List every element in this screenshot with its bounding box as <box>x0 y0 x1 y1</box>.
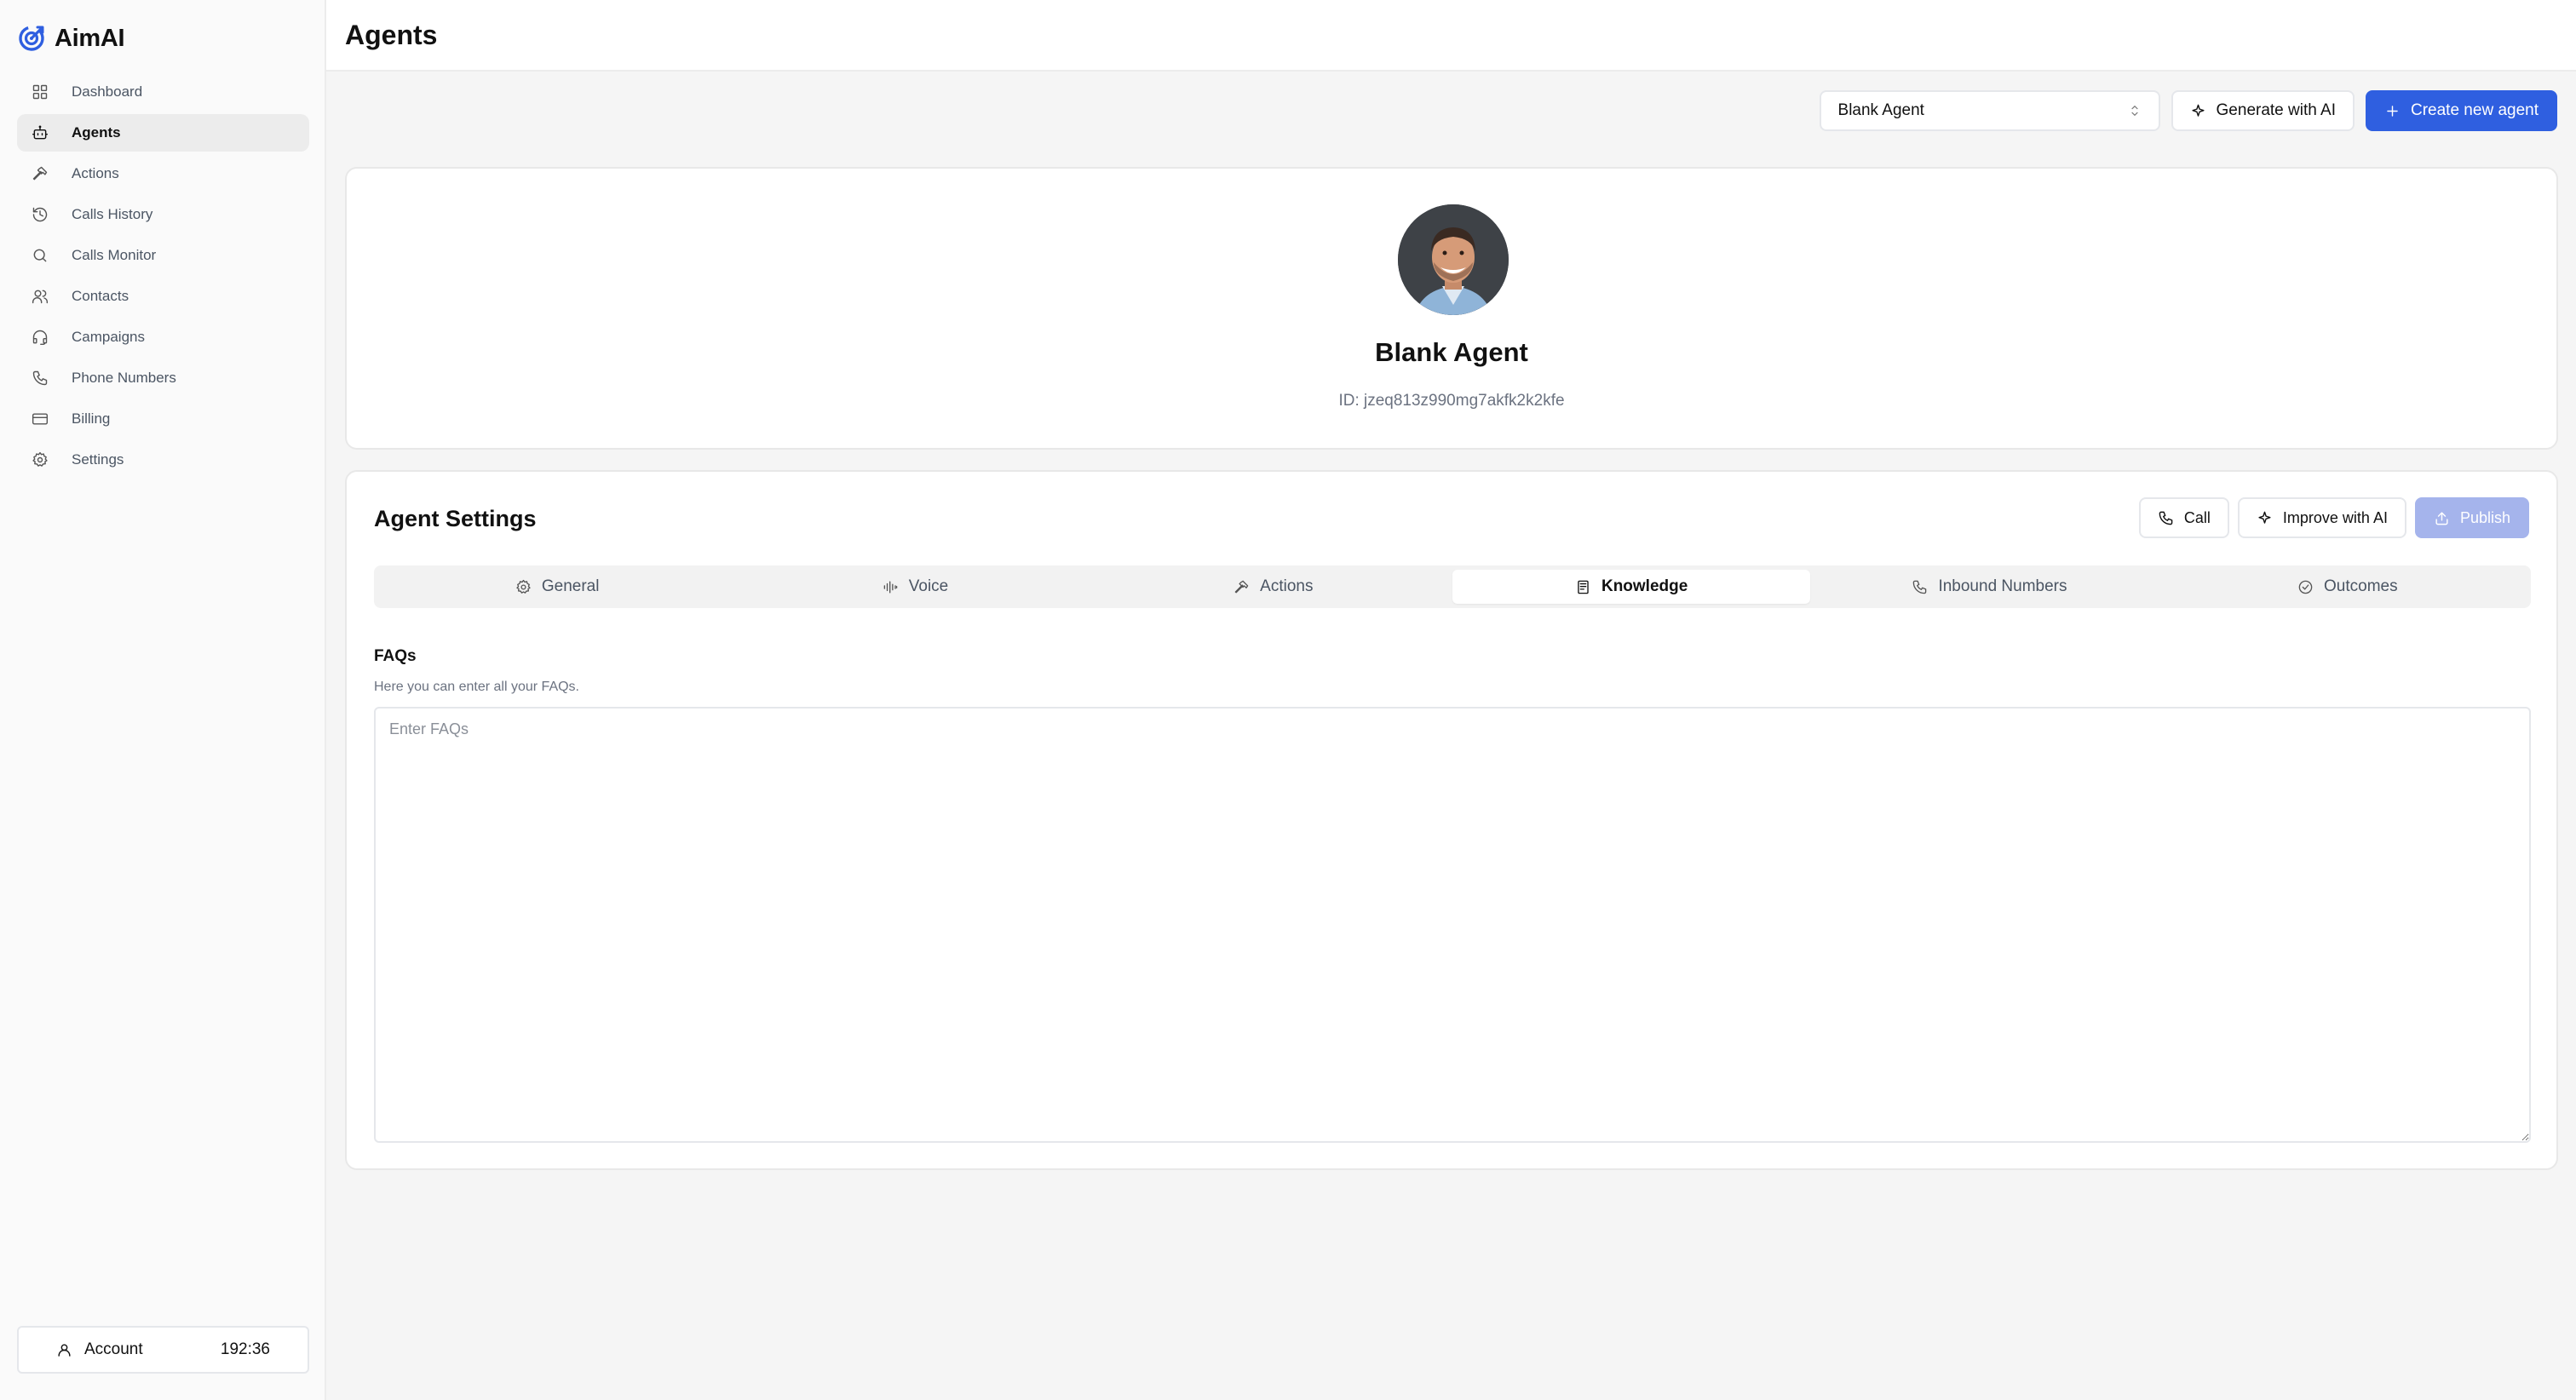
tab-label: Outcomes <box>2324 577 2398 595</box>
sidebar-item-label: Calls History <box>72 206 153 222</box>
agent-select[interactable]: Blank Agent <box>1819 90 2160 131</box>
create-label: Create new agent <box>2411 101 2539 119</box>
headset-icon <box>31 328 49 347</box>
sidebar-item-label: Dashboard <box>72 83 143 100</box>
improve-with-ai-button[interactable]: Improve with AI <box>2237 497 2406 538</box>
sidebar-item-label: Calls Monitor <box>72 247 157 263</box>
sidebar-item-label: Phone Numbers <box>72 370 176 386</box>
tab-knowledge[interactable]: Knowledge <box>1452 570 1811 604</box>
users-icon <box>31 287 49 306</box>
call-label: Call <box>2183 508 2211 526</box>
sparkle-icon <box>2191 104 2205 117</box>
sidebar-item-label: Settings <box>72 451 124 468</box>
tab-label: Inbound Numbers <box>1938 577 2067 595</box>
faq-textarea[interactable] <box>374 707 2531 1143</box>
agent-select-value: Blank Agent <box>1837 101 1924 119</box>
book-icon <box>1578 580 1589 594</box>
phone-icon <box>1913 580 1927 594</box>
sidebar-item-label: Billing <box>72 410 111 427</box>
chevron-up-down-icon <box>2130 105 2138 117</box>
brand[interactable]: AimAI <box>17 24 125 53</box>
gear-icon <box>516 579 531 594</box>
sidebar-nav: Dashboard Agents Actions Calls History C… <box>17 73 309 482</box>
publish-button[interactable]: Publish <box>2414 497 2529 538</box>
sidebar-item-label: Agents <box>72 124 121 141</box>
gear-icon <box>31 450 49 469</box>
aimai-logo-icon <box>19 26 44 51</box>
topbar: Agents <box>326 0 2576 72</box>
tab-outcomes[interactable]: Outcomes <box>2169 570 2527 604</box>
sidebar-item-billing[interactable]: Billing <box>17 400 309 438</box>
agent-name: Blank Agent <box>1375 337 1528 367</box>
settings-title: Agent Settings <box>374 506 537 531</box>
improve-label: Improve with AI <box>2282 508 2388 526</box>
credit-card-icon <box>31 410 49 428</box>
audio-wave-icon <box>883 580 898 594</box>
agent-avatar[interactable] <box>1398 204 1509 315</box>
sidebar-item-actions[interactable]: Actions <box>17 155 309 192</box>
user-icon <box>58 1343 71 1357</box>
agent-settings-card: Agent Settings Call Improve with AI Publ… <box>345 470 2558 1170</box>
generate-label: Generate with AI <box>2216 101 2336 119</box>
main-content: Agents Blank Agent Generate with AI Crea… <box>326 0 2576 1400</box>
agent-profile-card: Blank Agent ID: jzeq813z990mg7akfk2k2kfe <box>345 167 2558 450</box>
sidebar-item-settings[interactable]: Settings <box>17 441 309 479</box>
call-button[interactable]: Call <box>2138 497 2229 538</box>
sidebar-item-campaigns[interactable]: Campaigns <box>17 318 309 356</box>
sidebar-item-agents[interactable]: Agents <box>17 114 309 152</box>
hammer-icon <box>1234 580 1249 594</box>
grid-icon <box>31 83 49 101</box>
tab-label: General <box>541 577 600 595</box>
tab-voice[interactable]: Voice <box>736 570 1094 604</box>
publish-label: Publish <box>2459 508 2510 526</box>
tab-label: Voice <box>908 577 949 595</box>
tab-label: Knowledge <box>1601 577 1688 595</box>
upload-icon <box>2435 511 2448 525</box>
sidebar-item-label: Campaigns <box>72 329 145 345</box>
tab-inbound-numbers[interactable]: Inbound Numbers <box>1810 570 2168 604</box>
faq-label: FAQs <box>374 647 417 665</box>
sidebar-item-label: Contacts <box>72 288 129 304</box>
check-circle-icon <box>2298 580 2313 594</box>
account-label: Account <box>84 1340 143 1358</box>
sparkle-icon <box>2258 511 2271 524</box>
sidebar-item-phone-numbers[interactable]: Phone Numbers <box>17 359 309 397</box>
sidebar-item-calls-history[interactable]: Calls History <box>17 196 309 233</box>
sidebar: AimAI Dashboard Agents Actions Calls His… <box>0 0 326 1400</box>
tab-actions[interactable]: Actions <box>1095 570 1452 604</box>
account-button[interactable]: Account 192:36 <box>17 1326 309 1374</box>
agent-id: ID: jzeq813z990mg7akfk2k2kfe <box>1338 392 1565 410</box>
sidebar-item-calls-monitor[interactable]: Calls Monitor <box>17 237 309 274</box>
phone-icon <box>2159 511 2173 525</box>
hammer-icon <box>31 164 49 183</box>
agent-portrait-image <box>1398 204 1509 315</box>
page-title: Agents <box>345 19 438 50</box>
history-icon <box>31 205 49 224</box>
faq-help-text: Here you can enter all your FAQs. <box>374 680 579 694</box>
search-icon <box>31 246 49 265</box>
phone-icon <box>31 369 49 387</box>
sidebar-item-contacts[interactable]: Contacts <box>17 278 309 315</box>
settings-actions: Call Improve with AI Publish <box>2138 497 2529 538</box>
brand-name: AimAI <box>55 24 125 52</box>
agent-toolbar: Blank Agent Generate with AI Create new … <box>1819 90 2557 131</box>
sidebar-item-dashboard[interactable]: Dashboard <box>17 73 309 111</box>
create-new-agent-button[interactable]: Create new agent <box>2366 90 2557 131</box>
generate-with-ai-button[interactable]: Generate with AI <box>2171 90 2355 131</box>
credit-minutes: 192:36 <box>220 1340 270 1358</box>
plus-icon <box>2387 105 2398 117</box>
tab-general[interactable]: General <box>378 570 736 604</box>
sidebar-item-label: Actions <box>72 165 119 181</box>
bot-icon <box>31 123 49 142</box>
settings-tabs: General Voice Actions Knowledge Inbound … <box>374 565 2531 608</box>
tab-label: Actions <box>1260 577 1314 595</box>
